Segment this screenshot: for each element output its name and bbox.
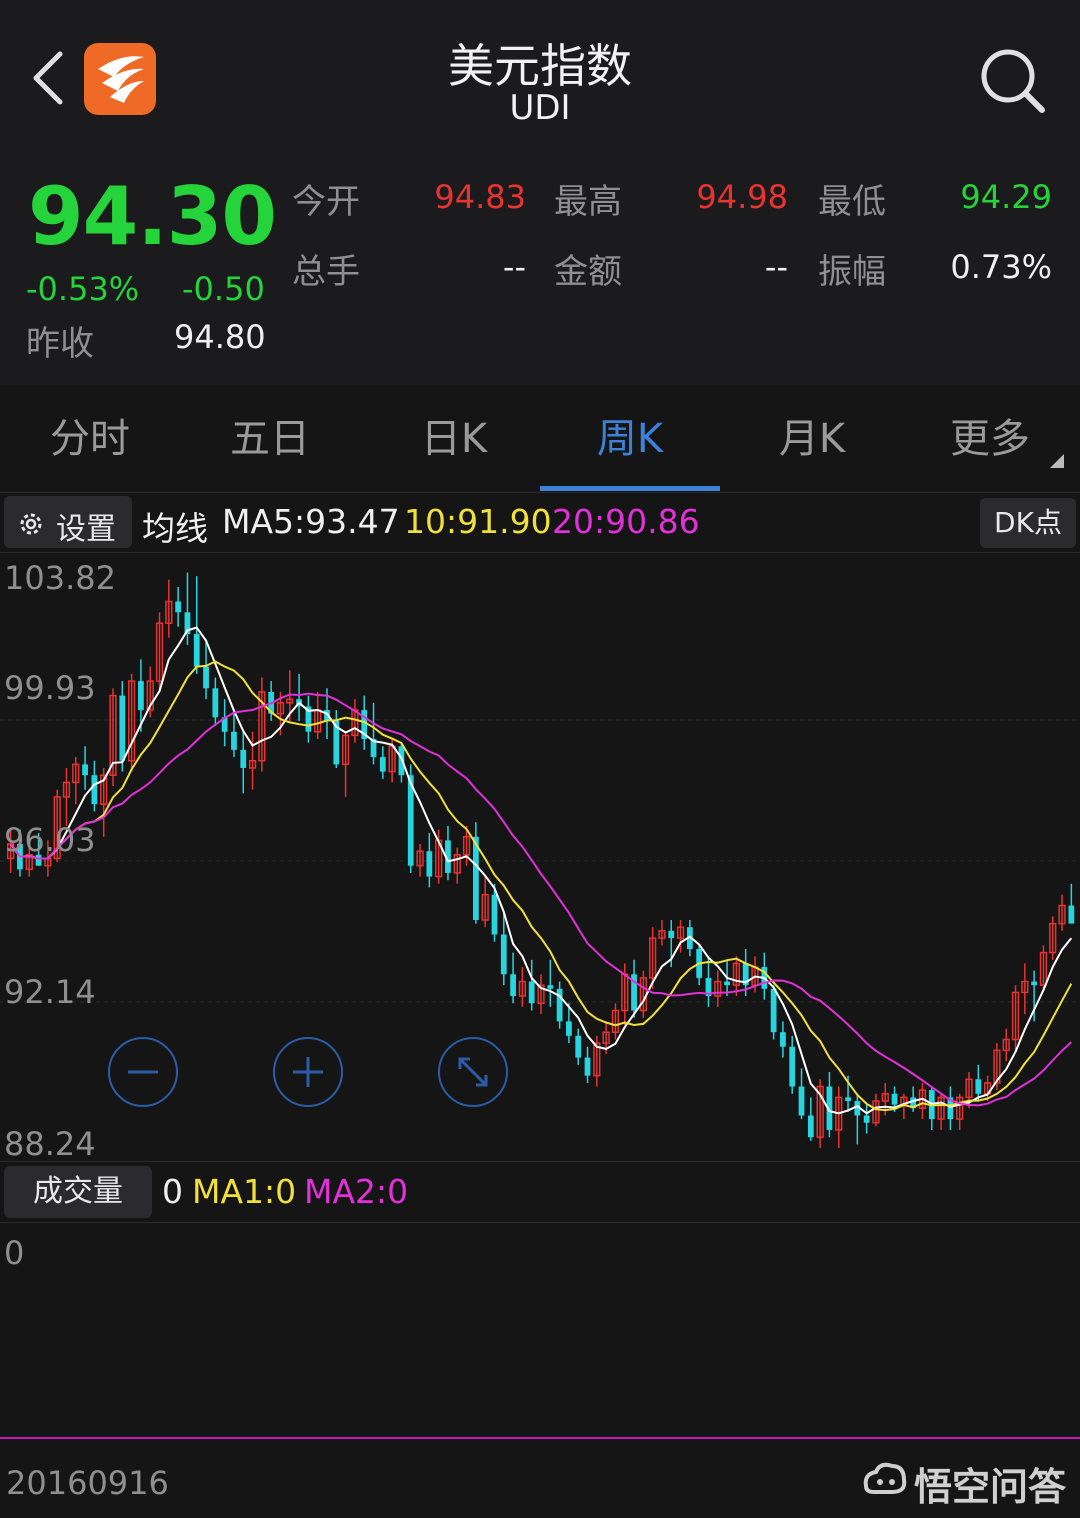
candle-down — [975, 1079, 982, 1094]
candle-down — [119, 695, 126, 761]
volume-value: 0 — [162, 1172, 183, 1211]
candle-down — [472, 836, 479, 921]
ma10-value: 10:91.90 — [404, 502, 552, 541]
change-percent: -0.53% — [26, 270, 140, 308]
zoom-in-button[interactable] — [273, 1037, 343, 1107]
volume-ma1: MA1:0 — [192, 1172, 297, 1211]
candle-down — [724, 981, 730, 986]
stat-label-amount: 金额 — [554, 252, 622, 292]
candle-down — [798, 1086, 805, 1116]
settings-button[interactable]: 设置 — [4, 496, 132, 548]
instrument-code: UDI — [509, 88, 571, 128]
prev-close-value: 94.80 — [174, 318, 266, 356]
plus-icon — [293, 1057, 323, 1087]
tab-intraday[interactable]: 分时 — [0, 406, 180, 464]
candle-down — [175, 601, 182, 613]
stat-value-amount: -- — [764, 248, 788, 286]
candle-down — [668, 930, 675, 939]
candle-down — [1068, 905, 1075, 924]
candle-down — [528, 981, 535, 1004]
start-date-label: 20160916 — [6, 1464, 169, 1502]
ma5-value: MA5:93.47 — [222, 502, 400, 541]
kline-chart[interactable]: 103.82 99.93 96.03 92.14 88.24 — [0, 553, 1080, 1163]
gear-icon — [20, 513, 42, 535]
minus-icon — [128, 1070, 158, 1074]
candle-down — [193, 634, 200, 667]
ma20-value: 20:90.86 — [552, 502, 700, 541]
tab-five-day[interactable]: 五日 — [180, 406, 360, 464]
candle-down — [491, 894, 498, 935]
candle-down — [770, 988, 777, 1033]
volume-indicator-bar: 成交量 0 MA1:0 MA2:0 — [0, 1161, 1080, 1223]
candle-down — [863, 1115, 870, 1123]
y-tick-4: 92.14 — [4, 973, 96, 1011]
candle-down — [91, 775, 98, 805]
stat-label-open: 今开 — [292, 182, 360, 222]
active-tab-indicator — [540, 486, 720, 491]
watermark-text: 悟空问答 — [914, 1465, 1067, 1509]
candle-down — [510, 974, 516, 997]
y-tick-5: 88.24 — [4, 1125, 96, 1163]
stat-value-volume: -- — [502, 248, 526, 286]
dk-point-button[interactable]: DK点 — [980, 498, 1076, 548]
volume-ma2: MA2:0 — [304, 1172, 409, 1211]
last-price: 94.30 — [28, 170, 277, 263]
volume-axis-zero: 0 — [4, 1234, 25, 1272]
watermark: 悟空问答 — [862, 1456, 1072, 1509]
candle-down — [556, 988, 563, 1022]
candle-down — [379, 757, 386, 772]
candle-down — [1031, 981, 1038, 986]
stat-value-open: 94.83 — [434, 178, 526, 216]
candle-down — [231, 731, 237, 750]
candle-down — [500, 934, 507, 975]
candle-down — [584, 1057, 591, 1076]
tab-daily-k[interactable]: 日K — [364, 406, 544, 464]
quote-header: 美元指数 UDI 94.30 -0.53% -0.50 昨收 94.80 今开 … — [0, 0, 1080, 385]
more-dropdown-icon — [1050, 454, 1064, 468]
volume-ma-line — [0, 1437, 1080, 1439]
search-icon[interactable] — [976, 44, 1048, 116]
candle-down — [203, 666, 209, 689]
ma-title: 均线 — [142, 509, 208, 548]
stat-label-volume: 总手 — [292, 252, 360, 292]
stat-value-high: 94.98 — [696, 178, 788, 216]
expand-icon — [458, 1057, 488, 1087]
candle-down — [789, 1046, 796, 1087]
stat-label-high: 最高 — [554, 182, 622, 222]
candle-down — [891, 1093, 898, 1105]
tab-monthly-k[interactable]: 月K — [722, 406, 902, 464]
stat-value-low: 94.29 — [960, 178, 1052, 216]
wukong-logo-icon — [863, 1462, 907, 1494]
fullscreen-button[interactable] — [438, 1037, 508, 1107]
page-title: 美元指数 — [448, 39, 632, 93]
stat-value-amplitude: 0.73% — [950, 248, 1052, 286]
candle-down — [426, 851, 433, 877]
candle-down — [575, 1035, 582, 1058]
change-amount: -0.50 — [182, 270, 265, 308]
candle-down — [240, 749, 247, 768]
period-tabs: 分时 五日 日K 周K 月K 更多 — [0, 388, 1080, 493]
prev-close-label: 昨收 — [26, 324, 94, 364]
volume-button[interactable]: 成交量 — [4, 1166, 152, 1218]
candle-down — [138, 681, 144, 711]
stat-label-low: 最低 — [818, 182, 886, 222]
candle-down — [82, 764, 88, 776]
candle-down — [566, 1021, 572, 1036]
candle-down — [845, 1097, 851, 1102]
candle-down — [807, 1115, 814, 1138]
zoom-out-button[interactable] — [108, 1037, 178, 1107]
y-tick-2: 99.93 — [4, 669, 96, 707]
settings-label: 设置 — [56, 512, 116, 547]
y-tick-3: 96.03 — [4, 821, 96, 859]
candle-down — [780, 1032, 786, 1047]
tab-weekly-k[interactable]: 周K — [540, 406, 720, 464]
candle-down — [547, 985, 554, 989]
y-tick-1: 103.82 — [4, 559, 116, 597]
candle-down — [212, 688, 219, 718]
ma-indicator-bar: 设置 均线 MA5:93.47 10:91.90 20:90.86 DK点 — [0, 494, 1080, 553]
stat-label-amplitude: 振幅 — [818, 252, 886, 292]
